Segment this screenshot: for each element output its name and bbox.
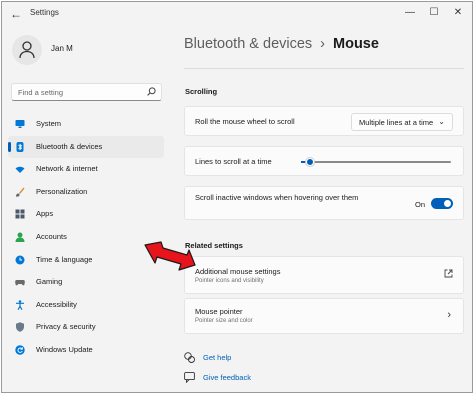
update-icon [15, 345, 25, 355]
additional-mouse-settings-subtitle: Pointer icons and visibility [195, 278, 264, 284]
sidebar-item-time-language[interactable]: Time & language [8, 249, 164, 272]
lines-slider[interactable] [301, 158, 451, 166]
sidebar-item-label: Time & language [36, 254, 93, 264]
get-help-row[interactable]: Get help [184, 351, 264, 365]
back-arrow-icon: ← [10, 7, 22, 21]
close-button[interactable]: ✕ [448, 5, 468, 21]
search-box[interactable] [11, 83, 162, 101]
sidebar-item-label: Privacy & security [36, 322, 96, 332]
mouse-pointer-title: Mouse pointer [195, 307, 243, 316]
roll-wheel-setting: Roll the mouse wheel to scroll Multiple … [184, 106, 464, 136]
mouse-pointer-link[interactable]: Mouse pointer Pointer size and color › [184, 298, 464, 334]
sidebar-item-label: System [36, 119, 62, 128]
lines-to-scroll-setting: Lines to scroll at a time [184, 146, 464, 176]
sidebar-item-gaming[interactable]: Gaming [8, 271, 164, 294]
annotation-arrow-icon [144, 241, 196, 271]
title-bar: ← Settings — ☐ ✕ [2, 2, 472, 26]
maximize-button[interactable]: ☐ [424, 5, 444, 21]
page-title: Mouse [333, 36, 379, 52]
sidebar-item-label: Apps [36, 209, 54, 219]
wifi-icon [15, 166, 25, 174]
avatar[interactable] [12, 35, 42, 65]
scroll-inactive-label: Scroll inactive windows when hovering ov… [195, 193, 359, 202]
sidebar-item-label: Windows Update [36, 344, 93, 354]
sidebar-item-label: Gaming [36, 277, 63, 287]
globe-clock-icon [15, 255, 25, 265]
chevron-down-icon: ⌄ [438, 117, 445, 126]
help-chat-icon [184, 352, 195, 363]
lines-to-scroll-label: Lines to scroll at a time [195, 157, 272, 166]
dropdown-value: Multiple lines at a time [359, 118, 434, 127]
settings-window: ← Settings — ☐ ✕ Jan M System [1, 1, 473, 393]
person-icon [19, 41, 35, 59]
sidebar-item-label: Accounts [36, 231, 67, 241]
sidebar-item-accessibility[interactable]: Accessibility [8, 294, 164, 317]
feedback-icon [184, 372, 195, 383]
sidebar-item-privacy-security[interactable]: Privacy & security [8, 316, 164, 339]
scroll-inactive-setting: Scroll inactive windows when hovering ov… [184, 186, 464, 220]
sidebar-item-network[interactable]: Network & internet [8, 158, 164, 181]
mouse-pointer-subtitle: Pointer size and color [195, 318, 253, 324]
sidebar-item-label: Bluetooth & devices [36, 141, 103, 151]
minimize-button[interactable]: — [400, 5, 420, 21]
external-link-icon [444, 269, 453, 278]
sidebar-item-accounts[interactable]: Accounts [8, 226, 164, 249]
accessibility-icon [16, 299, 24, 310]
sidebar-item-label: Accessibility [36, 299, 77, 309]
roll-wheel-label: Roll the mouse wheel to scroll [195, 117, 295, 126]
breadcrumb-parent[interactable]: Bluetooth & devices [184, 36, 312, 52]
additional-mouse-settings-title: Additional mouse settings [195, 267, 281, 276]
sidebar-item-system[interactable]: System [8, 113, 164, 136]
roll-wheel-dropdown[interactable]: Multiple lines at a time ⌄ [351, 113, 453, 131]
sidebar-item-label: Personalization [36, 186, 88, 196]
shield-icon [16, 322, 24, 333]
additional-mouse-settings-link[interactable]: Additional mouse settings Pointer icons … [184, 256, 464, 294]
search-icon[interactable] [147, 87, 156, 96]
sidebar-item-personalization[interactable]: Personalization [8, 181, 164, 204]
scroll-divider [184, 68, 464, 69]
apps-icon [15, 209, 25, 219]
toggle-knob [444, 200, 451, 207]
chevron-right-icon: › [447, 309, 451, 321]
sidebar-item-label: Network & internet [36, 164, 98, 174]
person-icon [15, 232, 25, 242]
give-feedback-link[interactable]: Give feedback [203, 373, 251, 382]
toggle-state-text: On [414, 200, 425, 209]
breadcrumb: Bluetooth & devices › Mouse [184, 36, 379, 52]
gamepad-icon [15, 280, 25, 286]
slider-thumb[interactable] [306, 158, 314, 166]
search-input[interactable] [12, 84, 142, 100]
sidebar-item-bluetooth-devices[interactable]: Bluetooth & devices [8, 135, 164, 159]
bluetooth-icon [16, 141, 24, 152]
paintbrush-icon [16, 187, 25, 197]
app-title: Settings [30, 8, 59, 17]
sidebar-item-windows-update[interactable]: Windows Update [8, 339, 164, 362]
get-help-link[interactable]: Get help [203, 353, 231, 362]
user-name: Jan M [51, 44, 73, 53]
scrolling-heading: Scrolling [185, 87, 218, 96]
breadcrumb-separator: › [320, 36, 326, 52]
back-button[interactable]: ← [8, 6, 24, 22]
sidebar-nav: System Bluetooth & devices Network & int… [8, 113, 164, 362]
scroll-inactive-toggle[interactable] [431, 198, 453, 209]
give-feedback-row[interactable]: Give feedback [184, 371, 274, 385]
monitor-icon [15, 120, 25, 128]
sidebar-item-apps[interactable]: Apps [8, 203, 164, 226]
